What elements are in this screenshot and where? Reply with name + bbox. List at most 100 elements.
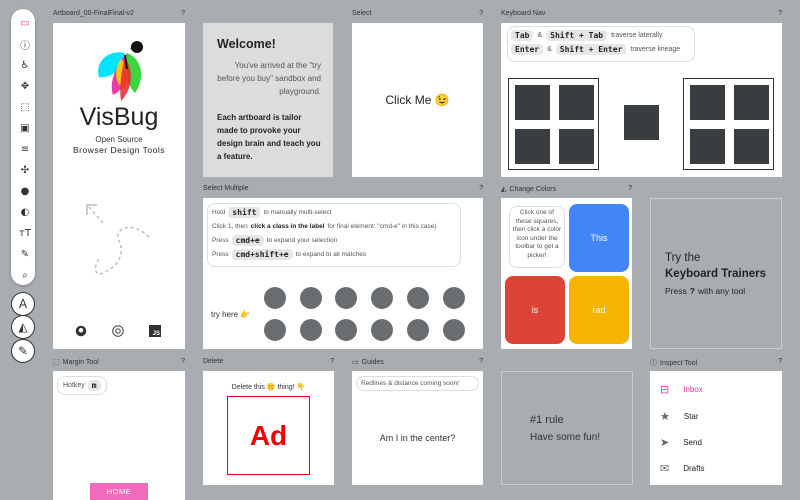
- artboard-select-multiple[interactable]: Select Multiple ? Hold shift to manually m…: [203, 185, 483, 349]
- multi-dot[interactable]: [407, 319, 429, 341]
- artboard-label[interactable]: ▭ Guides: [352, 358, 384, 367]
- position-icon[interactable]: ◐: [13, 202, 37, 222]
- help-icon[interactable]: ?: [479, 10, 483, 17]
- menu-item-label: Send: [683, 438, 702, 447]
- key-m: m: [87, 380, 101, 391]
- menu-item-star[interactable]: ★ Star: [660, 410, 699, 423]
- menu-item-drafts[interactable]: ✉ Drafts: [660, 462, 705, 475]
- fill-color-button[interactable]: ◭: [11, 315, 35, 339]
- color-square-red[interactable]: is: [505, 276, 565, 344]
- multi-dot[interactable]: [443, 319, 465, 341]
- font-color-button[interactable]: A: [11, 292, 35, 316]
- keynav-desc-1: traverse laterally: [611, 32, 663, 39]
- hotkey-text: Hotkey: [63, 382, 85, 389]
- align-icon[interactable]: ≡: [13, 139, 37, 159]
- nav-square[interactable]: [690, 129, 725, 164]
- artboard-change-colors[interactable]: ◭ Change Colors ? Click one of these squa…: [501, 185, 632, 349]
- artboard-label[interactable]: Select Multiple: [203, 185, 249, 192]
- help-icon[interactable]: ?: [628, 185, 632, 192]
- help-icon[interactable]: ?: [181, 10, 185, 17]
- artboard-margin-tool[interactable]: ⬚ Margin Tool ? Hotkey m HOME: [53, 358, 185, 500]
- inspect-icon[interactable]: ⓘ: [13, 34, 37, 54]
- accessibility-icon[interactable]: ♿: [13, 55, 37, 75]
- artboard-label[interactable]: ⓘ Inspect Tool: [650, 358, 697, 368]
- move-icon[interactable]: ✥: [13, 76, 37, 96]
- font-icon[interactable]: ᴛT: [13, 223, 37, 243]
- github-icon[interactable]: [75, 325, 87, 337]
- multi-dot[interactable]: [264, 287, 286, 309]
- padding-icon[interactable]: ▣: [13, 118, 37, 138]
- rule-subtitle: Have some fun!: [530, 432, 601, 443]
- nav-square-center[interactable]: [624, 105, 659, 140]
- artboard-inspect-tool[interactable]: ⓘ Inspect Tool ? ⊟ Inbox ★ Star ➤ Send ✉ Draf…: [650, 358, 782, 485]
- color-square-yellow[interactable]: rad: [569, 276, 629, 344]
- boxshadow-icon[interactable]: ●: [13, 181, 37, 201]
- nav-square[interactable]: [690, 85, 725, 120]
- help-icon[interactable]: ?: [330, 358, 334, 365]
- multi-dot[interactable]: [371, 319, 393, 341]
- inbox-icon: ⊟: [660, 383, 670, 396]
- artboard-keyboard-trainers: Try the Keyboard Trainers Press? with any…: [650, 198, 782, 349]
- multi-dot[interactable]: [264, 319, 286, 341]
- chrome-icon[interactable]: [112, 325, 124, 337]
- font-color-label: A: [18, 297, 28, 311]
- nav-square[interactable]: [515, 129, 550, 164]
- key-shift-enter: Shift + Enter: [555, 44, 627, 55]
- nav-group-right[interactable]: [683, 78, 774, 170]
- multi-dot[interactable]: [300, 319, 322, 341]
- js-badge-icon[interactable]: JS: [149, 325, 161, 337]
- nav-square[interactable]: [559, 85, 594, 120]
- guides-icon: ▭: [352, 359, 359, 366]
- home-button[interactable]: HOME: [90, 483, 148, 500]
- search-icon[interactable]: ⌕: [13, 265, 37, 285]
- help-icon[interactable]: ?: [778, 358, 782, 365]
- ad-box[interactable]: Ad: [227, 396, 310, 475]
- multi-dot[interactable]: [335, 287, 357, 309]
- artboard-label[interactable]: Delete: [203, 358, 223, 365]
- artboard-keyboard-nav[interactable]: Keyboard Nav ? Tab & Shift + Tab travers…: [501, 10, 782, 177]
- multi-dot[interactable]: [335, 319, 357, 341]
- menu-item-send[interactable]: ➤ Send: [660, 436, 702, 449]
- color-square-blue[interactable]: This: [569, 204, 629, 272]
- artboard-select[interactable]: Select ? Click Me 😉: [352, 10, 483, 177]
- help-icon[interactable]: ?: [479, 185, 483, 192]
- multi-line-1: Hold shift to manually multi-select: [212, 207, 331, 218]
- select-card: Click Me 😉: [352, 23, 483, 177]
- key-cmd-shift-e: cmd+shift+e: [231, 249, 293, 260]
- hueshift-icon[interactable]: ✣: [13, 160, 37, 180]
- center-question[interactable]: Am I in the center?: [352, 433, 483, 443]
- artboard-label[interactable]: Keyboard Nav: [501, 10, 545, 17]
- artboard-label[interactable]: ⬚ Margin Tool: [53, 358, 99, 367]
- artboard-label[interactable]: Select: [352, 10, 371, 17]
- artboard-rule: #1 rule Have some fun!: [501, 371, 633, 485]
- margin-icon[interactable]: ⬚: [13, 97, 37, 117]
- artboard-guides[interactable]: ▭ Guides ? Redlines & distance coming soo…: [352, 358, 483, 485]
- menu-item-label: Star: [683, 412, 699, 421]
- multi-dot[interactable]: [443, 287, 465, 309]
- multi-dot[interactable]: [407, 287, 429, 309]
- artboard-label[interactable]: ◭ Change Colors: [501, 185, 556, 194]
- help-icon[interactable]: ?: [181, 358, 185, 365]
- multi-dot[interactable]: [300, 287, 322, 309]
- help-icon[interactable]: ?: [778, 10, 782, 17]
- trainers-text: with any tool: [697, 286, 746, 296]
- nav-square[interactable]: [559, 129, 594, 164]
- nav-group-left[interactable]: [508, 78, 599, 170]
- help-icon[interactable]: ?: [479, 358, 483, 365]
- artboard-label[interactable]: Artboard_00-FinalFinal-v2: [53, 10, 134, 17]
- multi-dot[interactable]: [371, 287, 393, 309]
- stroke-color-button[interactable]: ✎: [11, 339, 35, 363]
- menu-item-inbox[interactable]: ⊟ Inbox: [660, 383, 703, 396]
- click-me-text[interactable]: Click Me 😉: [352, 93, 483, 107]
- artboard-delete[interactable]: Delete ? Delete this 🤫 thing! 👇 Ad: [203, 358, 334, 485]
- artboard-visbug[interactable]: Artboard_00-FinalFinal-v2 ? VisBug Open …: [53, 10, 185, 349]
- visbug-logo: [98, 41, 143, 101]
- multi-line-3: Press cmd+e to expand your selection: [212, 235, 337, 246]
- nav-square[interactable]: [515, 85, 550, 120]
- nav-square[interactable]: [734, 85, 769, 120]
- visbug-subtitle-1: Open Source: [95, 135, 143, 144]
- guides-icon[interactable]: ▭: [13, 13, 37, 33]
- text-icon[interactable]: ✎: [13, 244, 37, 264]
- inspect-icon: ⓘ: [650, 360, 657, 367]
- nav-square[interactable]: [734, 129, 769, 164]
